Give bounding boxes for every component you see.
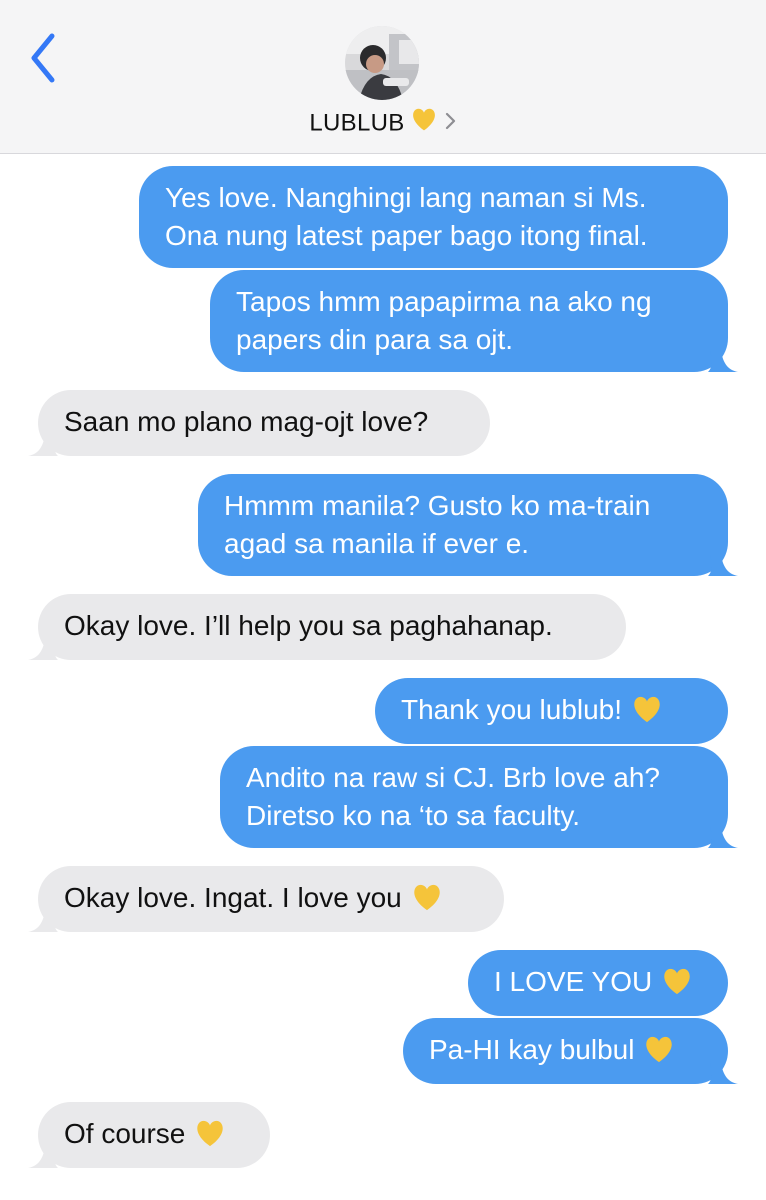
bubble-tail xyxy=(28,902,58,932)
message-text: agad sa manila if ever e. xyxy=(224,528,530,559)
yellow-heart-icon xyxy=(632,696,662,734)
bubble-tail xyxy=(28,630,58,660)
message-text-line: Ona nung latest paper bago itong final. xyxy=(165,217,702,255)
yellow-heart-icon xyxy=(662,968,692,1006)
message-text-line: agad sa manila if ever e. xyxy=(224,525,702,563)
message-text: Tapos hmm papapirma na ako ng xyxy=(236,286,652,317)
message-text-line: Diretso ko na ‘to sa faculty. xyxy=(246,797,702,835)
bubble-tail xyxy=(708,818,738,848)
message-text: Yes love. Nanghingi lang naman si Ms. xyxy=(165,182,647,213)
message-text: Saan mo plano mag-ojt love? xyxy=(64,406,429,437)
message-text-line: Pa-HI kay bulbul xyxy=(429,1031,702,1074)
sent-message-bubble[interactable]: Tapos hmm papapirma na ako ng papers din … xyxy=(210,270,738,372)
message-text-line: Thank you lublub! xyxy=(401,691,702,734)
message-text: Andito na raw si CJ. Brb love ah? xyxy=(246,762,660,793)
bubble-tail xyxy=(28,426,58,456)
message-text-line: Okay love. I’ll help you sa paghahanap. xyxy=(64,607,600,645)
sent-message-bubble[interactable]: Hmmm manila? Gusto ko ma-train agad sa ma… xyxy=(198,474,738,576)
message-text: papers din para sa ojt. xyxy=(236,324,514,355)
message-thread[interactable]: Yes love. Nanghingi lang naman si Ms. Ona… xyxy=(0,154,766,1200)
message-text-line: Hmmm manila? Gusto ko ma-train xyxy=(224,487,702,525)
message-text: Okay love. I’ll help you sa paghahanap. xyxy=(64,610,553,641)
sent-message-bubble[interactable]: Thank you lublub! xyxy=(375,678,728,744)
chevron-left-icon xyxy=(31,33,55,83)
message-text: Ona nung latest paper bago itong final. xyxy=(165,220,648,251)
chevron-right-icon xyxy=(445,110,457,138)
message-text: Thank you lublub! xyxy=(401,694,623,725)
bubble-tail xyxy=(28,1138,58,1168)
message-text-line: Andito na raw si CJ. Brb love ah? xyxy=(246,759,702,797)
bubble-tail xyxy=(708,546,738,576)
sent-message-bubble[interactable]: Andito na raw si CJ. Brb love ah? Diretso… xyxy=(220,746,738,848)
message-text: I LOVE YOU xyxy=(494,966,653,997)
received-message-bubble[interactable]: Of course xyxy=(28,1102,270,1168)
back-button[interactable] xyxy=(22,30,66,86)
sent-message-bubble[interactable]: Pa-HI kay bulbul xyxy=(403,1018,738,1084)
message-text: Okay love. Ingat. I love you xyxy=(64,882,402,913)
message-text-line: I LOVE YOU xyxy=(494,963,702,1006)
message-text-line: Tapos hmm papapirma na ako ng xyxy=(236,283,702,321)
message-text-line: Of course xyxy=(64,1115,244,1158)
yellow-heart-icon xyxy=(644,1036,674,1074)
message-text-line: papers din para sa ojt. xyxy=(236,321,702,359)
yellow-heart-icon xyxy=(411,108,437,139)
message-text-line: Yes love. Nanghingi lang naman si Ms. xyxy=(165,179,702,217)
message-text-line: Saan mo plano mag-ojt love? xyxy=(64,403,464,441)
sent-message-bubble[interactable]: Yes love. Nanghingi lang naman si Ms. Ona… xyxy=(139,166,728,268)
contact-name-button[interactable]: LUBLUB xyxy=(0,108,766,139)
yellow-heart-icon xyxy=(195,1120,225,1158)
yellow-heart-icon xyxy=(412,884,442,922)
contact-avatar[interactable] xyxy=(345,26,419,100)
message-text: Diretso ko na ‘to sa faculty. xyxy=(246,800,581,831)
avatar-photo xyxy=(345,26,419,100)
message-text: Hmmm manila? Gusto ko ma-train xyxy=(224,490,651,521)
message-text: Of course xyxy=(64,1118,186,1149)
received-message-bubble[interactable]: Okay love. I’ll help you sa paghahanap. xyxy=(28,594,626,660)
message-text-line: Okay love. Ingat. I love you xyxy=(64,879,478,922)
sent-message-bubble[interactable]: I LOVE YOU xyxy=(468,950,728,1016)
bubble-tail xyxy=(708,342,738,372)
received-message-bubble[interactable]: Okay love. Ingat. I love you xyxy=(28,866,504,932)
bubble-tail xyxy=(708,1054,738,1084)
conversation-header: LUBLUB xyxy=(0,0,766,154)
received-message-bubble[interactable]: Saan mo plano mag-ojt love? xyxy=(28,390,490,456)
contact-name: LUBLUB xyxy=(309,109,405,137)
message-text: Pa-HI kay bulbul xyxy=(429,1034,635,1065)
